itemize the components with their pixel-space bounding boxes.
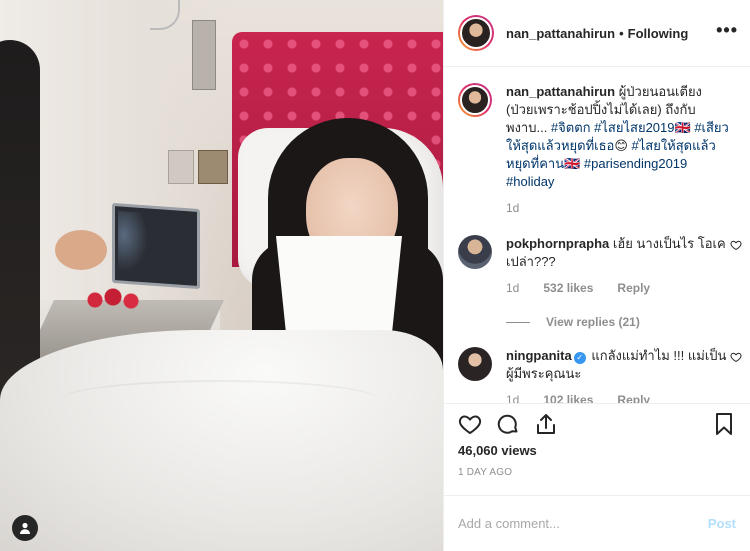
- comment-username[interactable]: pokphornprapha: [506, 236, 609, 251]
- comment-item: ningpanita ✓ แกลังแม่ทำไม !!! แม่เป็นผู้ม…: [458, 347, 742, 403]
- tagged-users-icon[interactable]: [12, 515, 38, 541]
- caption-age[interactable]: 1d: [506, 199, 519, 217]
- post-modal: nan_pattanahirun • Following ••• nan_pat…: [0, 0, 750, 551]
- verified-badge-icon: ✓: [573, 352, 586, 364]
- blanket: [0, 330, 443, 551]
- comment-bubble-icon[interactable]: [496, 412, 520, 436]
- comment-text: ningpanita ✓ แกลังแม่ทำไม !!! แม่เป็นผู้ม…: [506, 348, 727, 381]
- flag-emoji: 🇬🇧: [674, 120, 691, 135]
- author-avatar[interactable]: [458, 15, 494, 51]
- flag-emoji: 🇬🇧: [564, 156, 581, 171]
- smile-emoji: 😊: [614, 138, 628, 153]
- like-heart-icon[interactable]: [458, 412, 482, 436]
- post-video[interactable]: [0, 0, 443, 551]
- comment-likes[interactable]: 102 likes: [543, 391, 593, 403]
- bookmark-icon[interactable]: [712, 412, 736, 436]
- hashtag-link[interactable]: #holiday: [506, 174, 554, 189]
- comment-age[interactable]: 1d: [506, 391, 519, 403]
- caption-avatar[interactable]: [458, 83, 492, 117]
- hashtag-link[interactable]: #จิตตก: [551, 120, 591, 135]
- post-side-panel: nan_pattanahirun • Following ••• nan_pat…: [443, 0, 750, 551]
- like-comment-heart-icon[interactable]: [730, 239, 742, 251]
- post-timestamp[interactable]: 1 DAY AGO: [444, 467, 750, 487]
- add-comment-input[interactable]: [458, 516, 708, 531]
- caption-username[interactable]: nan_pattanahirun: [506, 84, 615, 99]
- more-options-icon[interactable]: •••: [716, 21, 738, 45]
- share-icon[interactable]: [534, 412, 558, 436]
- post-comment-button[interactable]: Post: [708, 516, 736, 531]
- comments-list: nan_pattanahirun ผู้ป่วยนอนเตียง (ป่วยเพ…: [444, 67, 750, 403]
- view-count[interactable]: 46,060 views: [444, 443, 750, 463]
- action-bar: [444, 403, 750, 443]
- follow-status-button[interactable]: Following: [628, 26, 689, 41]
- comment-item: pokphornprapha เฮ้ย นางเป็นไร โอเคเปล่า?…: [458, 235, 742, 297]
- caption-text: nan_pattanahirun ผู้ป่วยนอนเตียง (ป่วยเพ…: [506, 84, 729, 189]
- reply-button[interactable]: Reply: [617, 279, 650, 297]
- comment-text: pokphornprapha เฮ้ย นางเป็นไร โอเคเปล่า?…: [506, 236, 726, 269]
- separator-dot: •: [619, 25, 624, 41]
- comment-composer: Post: [444, 495, 750, 551]
- comment-age[interactable]: 1d: [506, 279, 519, 297]
- comment-username[interactable]: ningpanita: [506, 348, 572, 363]
- author-username[interactable]: nan_pattanahirun: [506, 26, 615, 41]
- like-comment-heart-icon[interactable]: [730, 351, 742, 363]
- view-replies-button[interactable]: View replies (21): [506, 315, 734, 329]
- hashtag-link[interactable]: #parisending2019: [584, 156, 687, 171]
- reply-button[interactable]: Reply: [617, 391, 650, 403]
- commenter-avatar[interactable]: [458, 235, 492, 269]
- post-header: nan_pattanahirun • Following •••: [444, 0, 750, 67]
- caption: nan_pattanahirun ผู้ป่วยนอนเตียง (ป่วยเพ…: [458, 83, 734, 217]
- commenter-avatar[interactable]: [458, 347, 492, 381]
- comment-likes[interactable]: 532 likes: [543, 279, 593, 297]
- hashtag-link[interactable]: #ไสยไสย2019: [594, 120, 674, 135]
